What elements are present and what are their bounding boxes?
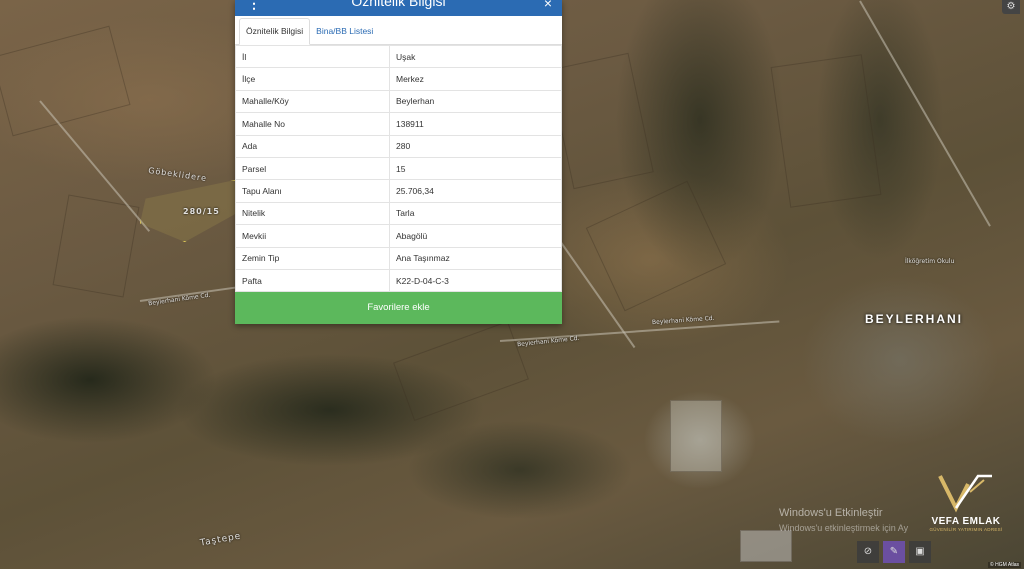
parcel-label: 280/15 [183, 207, 220, 216]
row-key: İl [235, 44, 390, 69]
row-key: Ada [235, 134, 390, 158]
brand-logo: VEFA EMLAK GÜVENİLİR YATIRIMIN ADRESİ [916, 470, 1016, 550]
row-key: Mevkii [235, 224, 390, 248]
table-row: Parsel 15 [235, 156, 562, 181]
map-field [393, 321, 529, 421]
tab-building-list[interactable]: Bina/BB Listesi [310, 19, 379, 44]
gear-icon[interactable]: ⚙ [1002, 0, 1020, 14]
table-row: Mahalle/Köy Beylerhan [235, 89, 562, 114]
map-field [585, 180, 727, 312]
table-row: İl Uşak [235, 44, 562, 69]
map-field [770, 54, 882, 208]
map-building [740, 530, 792, 562]
windows-activation-subtitle: Windows'u etkinleştirmek için Ay [779, 523, 909, 533]
eye-off-icon[interactable]: ⊘ [857, 541, 879, 563]
table-row: Zemin Tip Ana Taşınmaz [235, 246, 562, 270]
panel-header: ⋮ Öznitelik Bilgisi × [235, 0, 562, 16]
row-value: Merkez [389, 67, 562, 91]
tab-attributes[interactable]: Öznitelik Bilgisi [239, 18, 311, 45]
row-value: Ana Taşınmaz [389, 246, 562, 270]
table-row: Ada 280 [235, 134, 562, 158]
map-field [52, 194, 140, 298]
map-toolbar: ⊘ ✎ ▣ [857, 541, 931, 563]
attribute-table: İl Uşak İlçe Merkez Mahalle/Köy Beylerhan M… [235, 44, 562, 293]
pen-icon[interactable]: ✎ [883, 541, 905, 563]
row-key: Tapu Alanı [235, 179, 390, 203]
row-value: 25.706,34 [389, 179, 562, 203]
table-row: Mahalle No 138911 [235, 112, 562, 136]
add-to-favorites-button[interactable]: Favorilere ekle [235, 292, 562, 324]
school-label: İlköğretim Okulu [905, 258, 955, 265]
road-label: Beylerhani Köme Cd. [651, 314, 715, 327]
row-value: 138911 [389, 112, 562, 136]
windows-activation-title: Windows'u Etkinleştir [779, 507, 883, 519]
row-value: 15 [389, 156, 562, 181]
brand-logo-icon [938, 474, 992, 513]
map-attribution: © HGM Atlas [988, 562, 1021, 568]
row-key: Nitelik [235, 201, 390, 226]
print-icon[interactable]: ▣ [909, 541, 931, 563]
row-key: Mahalle No [235, 112, 390, 136]
row-value: Beylerhan [389, 89, 562, 114]
row-key: İlçe [235, 67, 390, 91]
row-value: 280 [389, 134, 562, 158]
row-value: Uşak [389, 44, 562, 69]
brand-name: VEFA EMLAK [931, 516, 1001, 527]
row-value: K22-D-04-C-3 [389, 268, 562, 293]
row-value: Tarla [389, 201, 562, 226]
locality-label-2: Taştepe [199, 531, 243, 549]
village-label: BEYLERHANI [865, 312, 964, 326]
row-key: Parsel [235, 156, 390, 181]
panel-tabs: Öznitelik Bilgisi Bina/BB Listesi [235, 16, 562, 45]
table-row: Pafta K22-D-04-C-3 [235, 268, 562, 293]
row-value: Abagölü [389, 224, 562, 248]
map-field [670, 400, 722, 472]
panel-title: Öznitelik Bilgisi [351, 0, 446, 9]
close-icon[interactable]: × [544, 0, 552, 11]
map-field [0, 25, 131, 137]
row-key: Zemin Tip [235, 246, 390, 270]
row-key: Pafta [235, 268, 390, 293]
locality-label: Göbeklidere [147, 165, 208, 184]
table-row: İlçe Merkez [235, 67, 562, 91]
map-field [548, 52, 654, 190]
table-row: Nitelik Tarla [235, 201, 562, 226]
attribute-panel: ⋮ Öznitelik Bilgisi × Öznitelik Bilgisi … [235, 0, 562, 324]
row-key: Mahalle/Köy [235, 89, 390, 114]
table-row: Tapu Alanı 25.706,34 [235, 179, 562, 203]
brand-tagline: GÜVENİLİR YATIRIMIN ADRESİ [929, 527, 1003, 532]
table-row: Mevkii Abagölü [235, 224, 562, 248]
